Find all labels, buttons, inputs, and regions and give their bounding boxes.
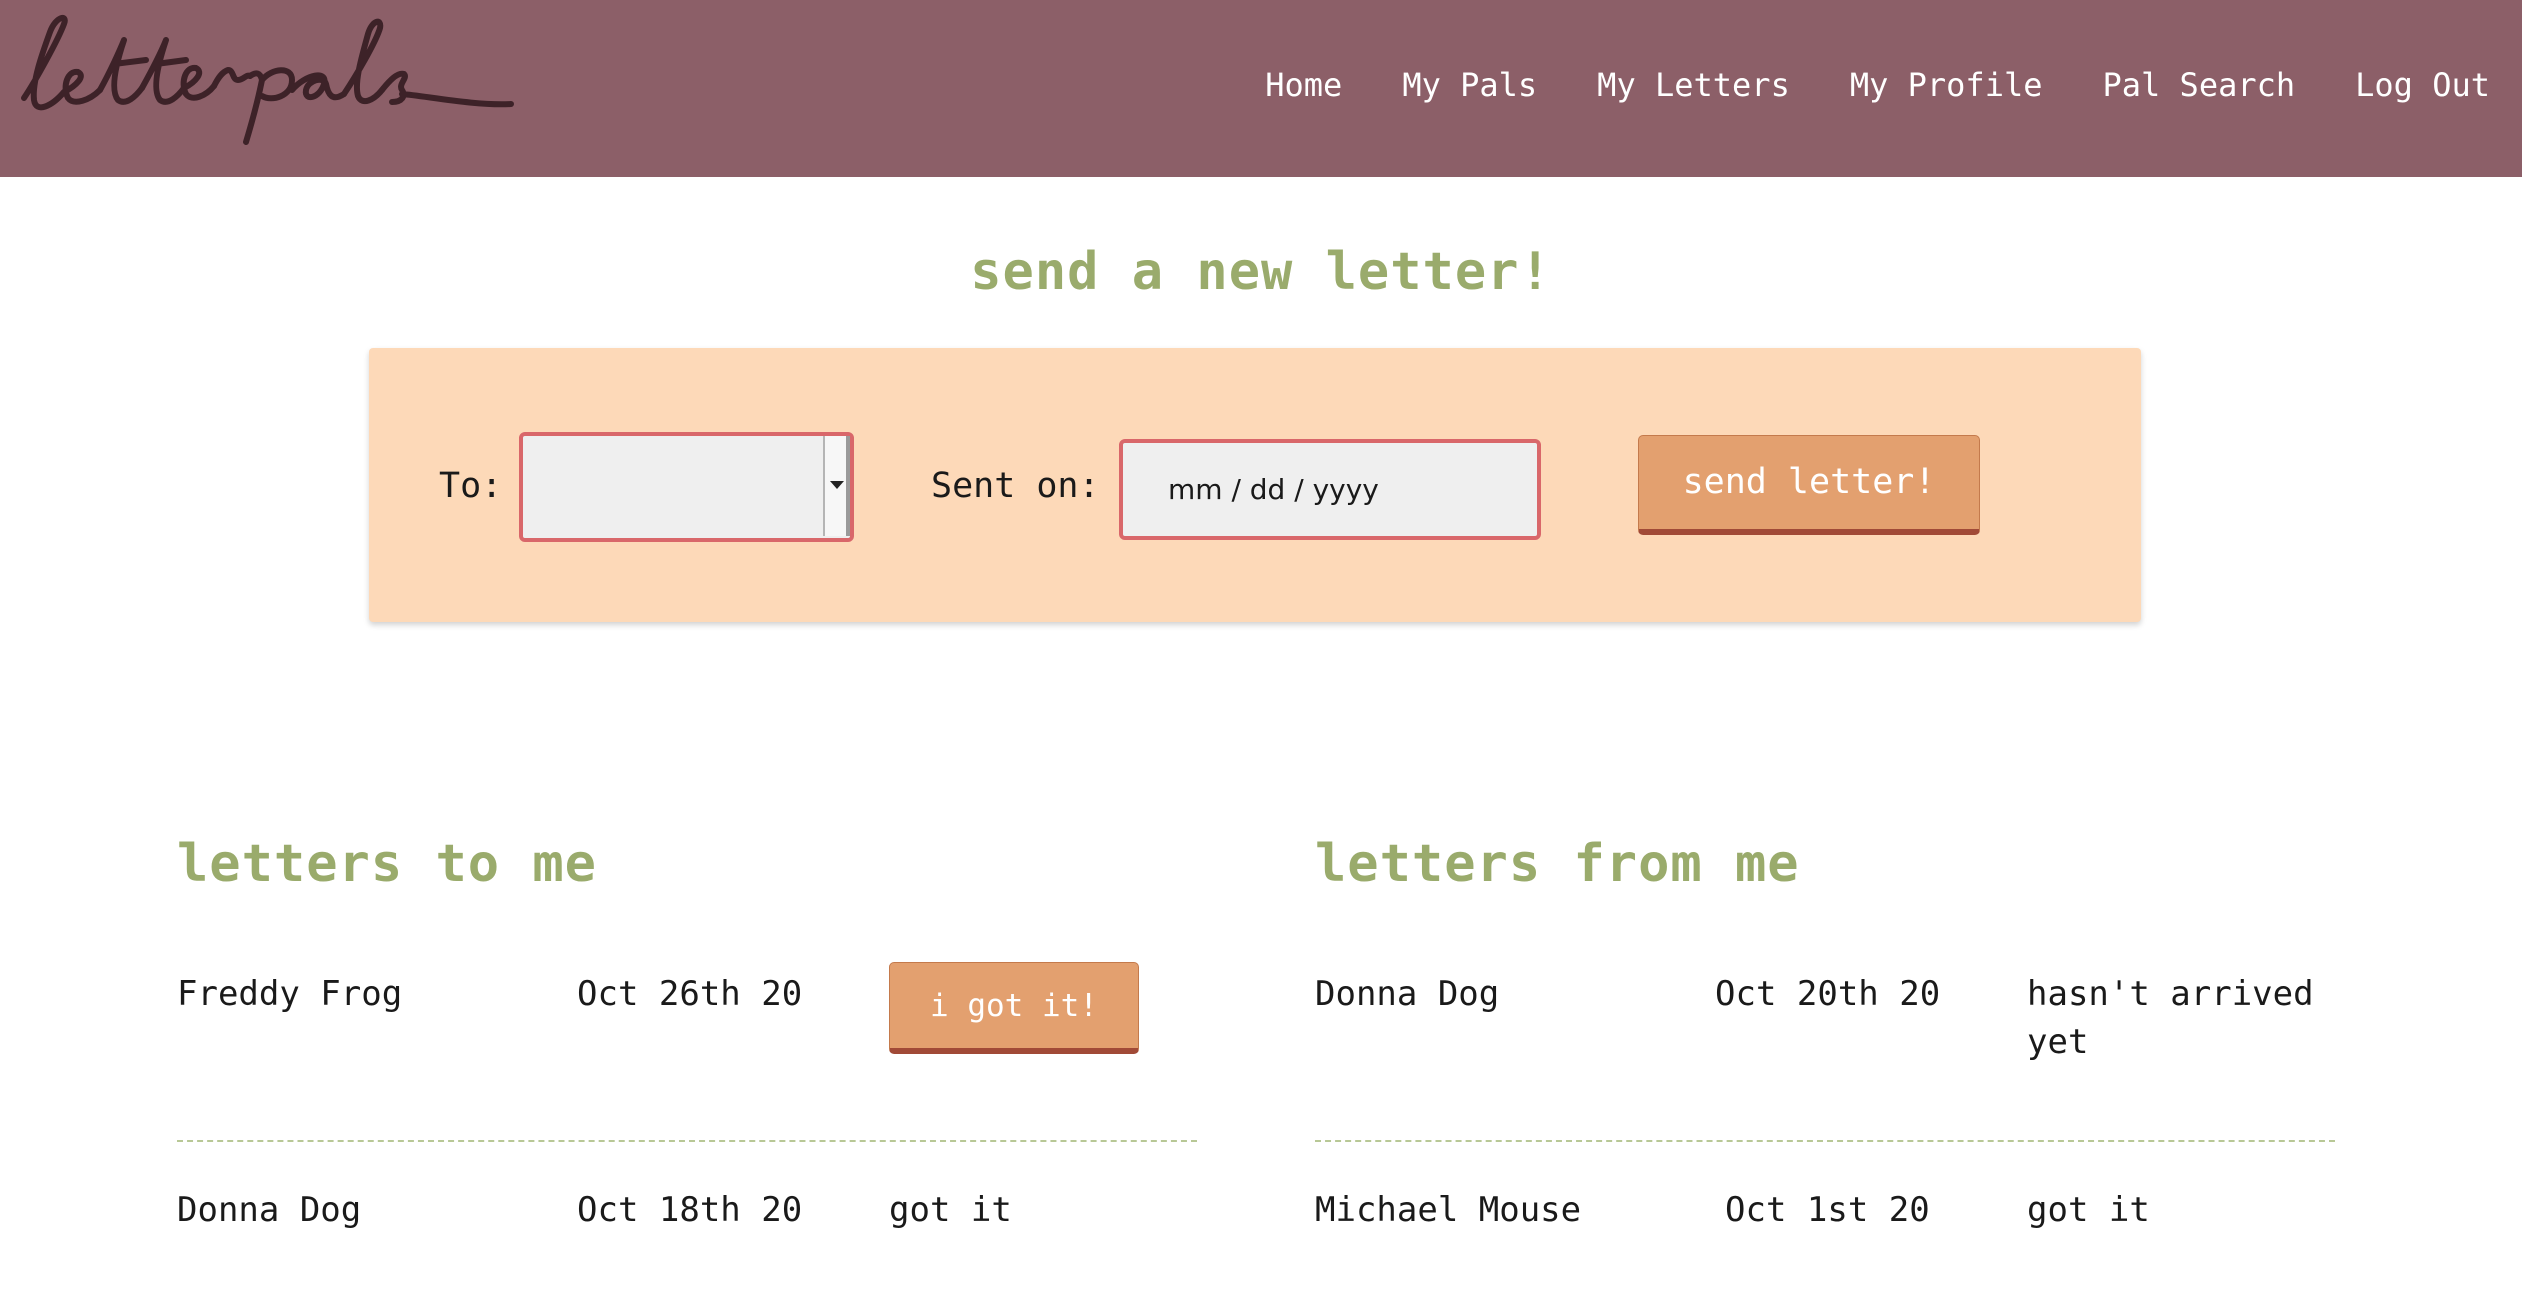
select-arrow-button[interactable] [823,436,850,536]
letters-to-me-title: letters to me [177,834,597,894]
nav-home[interactable]: Home [1265,66,1342,104]
nav-my-pals[interactable]: My Pals [1402,66,1537,104]
i-got-it-button[interactable]: i got it! [889,962,1139,1054]
main-nav: Home My Pals My Letters My Profile Pal S… [1265,66,2490,104]
letter-sender: Donna Dog [177,1190,362,1230]
sent-on-label: Sent on: [931,466,1100,506]
letter-recipient: Donna Dog [1315,974,1500,1014]
letter-row: Donna Dog Oct 20th 20 hasn't arrived yet [1315,970,2335,1142]
letters-to-me-section: letters to me Freddy Frog Oct 26th 20 i … [177,820,1197,1296]
compose-title: send a new letter! [970,242,1552,302]
letter-status: got it [889,1190,1012,1230]
recipient-select[interactable] [519,432,854,542]
to-label: To: [439,466,503,506]
compose-letter-form: To: Sent on: mm / dd / yyyy send letter! [369,348,2141,622]
logo-script-image [21,14,514,145]
nav-log-out[interactable]: Log Out [2355,66,2490,104]
letter-date: Oct 18th 20 [577,1190,803,1230]
chevron-down-icon [830,481,844,489]
letter-row: Freddy Frog Oct 26th 20 i got it! [177,962,1197,1142]
nav-my-letters[interactable]: My Letters [1597,66,1790,104]
sent-date-input[interactable]: mm / dd / yyyy [1119,439,1541,540]
nav-my-profile[interactable]: My Profile [1850,66,2043,104]
letter-date: Oct 1st 20 [1725,1190,1930,1230]
letterpals-logo[interactable] [6,10,516,145]
letter-recipient: Michael Mouse [1315,1190,1582,1230]
letter-status: got it [2027,1190,2150,1230]
letter-row: Michael Mouse Oct 1st 20 got it [1315,1142,2335,1296]
top-nav-bar: Home My Pals My Letters My Profile Pal S… [0,0,2522,177]
letters-from-me-title: letters from me [1315,834,1800,894]
letter-row: Donna Dog Oct 18th 20 got it [177,1142,1197,1296]
letter-date: Oct 20th 20 [1715,974,1941,1014]
letter-sender: Freddy Frog [177,974,403,1014]
letters-from-me-section: letters from me Donna Dog Oct 20th 20 ha… [1315,820,2335,1296]
send-letter-button[interactable]: send letter! [1638,435,1980,535]
nav-pal-search[interactable]: Pal Search [2102,66,2295,104]
letter-status: hasn't arrived yet [2027,974,2314,1062]
letter-date: Oct 26th 20 [577,974,803,1014]
